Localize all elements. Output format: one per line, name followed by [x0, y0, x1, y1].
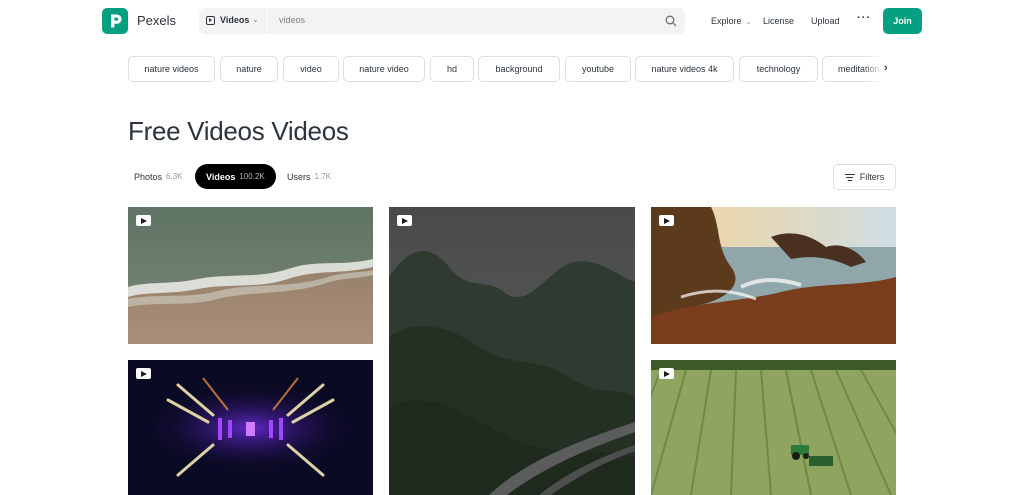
filters-label: Filters	[859, 172, 885, 182]
tag-background[interactable]: background	[478, 56, 560, 82]
video-card-mountains[interactable]	[389, 207, 635, 495]
tag-hd[interactable]: hd	[430, 56, 474, 82]
video-badge-icon	[659, 215, 674, 226]
tags-fade	[862, 52, 902, 86]
tab-videos-label: Videos	[206, 171, 236, 182]
pexels-logo-icon	[111, 14, 122, 28]
search-type-label: Videos	[220, 15, 250, 25]
search-bar: Videos ⌄ videos	[199, 8, 685, 34]
more-menu-button[interactable]: ···	[857, 12, 871, 24]
tag-nature-videos[interactable]: nature videos	[128, 56, 215, 82]
filters-button[interactable]: Filters	[833, 164, 896, 190]
tab-users-label: Users	[287, 171, 311, 182]
nav-explore-label: Explore	[711, 16, 742, 26]
filters-icon	[844, 172, 855, 183]
tab-photos[interactable]: Photos 6.3K	[128, 164, 189, 189]
chevron-right-icon[interactable]: ›	[884, 62, 888, 74]
video-badge-icon	[659, 368, 674, 379]
join-button[interactable]: Join	[883, 8, 922, 34]
pexels-logo[interactable]	[102, 8, 128, 34]
chevron-down-icon: ⌄	[252, 15, 259, 24]
chevron-down-icon: ⌄	[745, 19, 752, 26]
video-badge-icon	[136, 368, 151, 379]
video-card-beach[interactable]	[128, 207, 373, 344]
tab-videos[interactable]: Videos 100.2K	[195, 164, 276, 189]
tab-photos-count: 6.3K	[166, 172, 183, 181]
search-input[interactable]: videos	[279, 15, 305, 25]
video-card-coast[interactable]	[651, 207, 896, 344]
video-play-icon	[206, 16, 215, 25]
nav-license[interactable]: License	[763, 16, 794, 26]
brand-name[interactable]: Pexels	[137, 13, 176, 28]
video-thumbnail	[651, 207, 896, 344]
video-thumbnail	[128, 207, 373, 344]
tab-users-count: 1.7K	[314, 172, 331, 181]
tab-videos-count: 100.2K	[239, 172, 265, 181]
tab-users[interactable]: Users 1.7K	[281, 164, 337, 189]
tag-technology[interactable]: technology	[739, 56, 818, 82]
nav-upload[interactable]: Upload	[811, 16, 840, 26]
search-type-select[interactable]: Videos ⌄	[199, 8, 267, 34]
video-card-neon[interactable]	[128, 360, 373, 495]
tag-video[interactable]: video	[283, 56, 339, 82]
video-thumbnail	[128, 360, 373, 495]
search-divider	[267, 8, 268, 34]
tag-nature[interactable]: nature	[220, 56, 278, 82]
tab-photos-label: Photos	[134, 171, 163, 182]
tag-nature-video[interactable]: nature video	[343, 56, 425, 82]
search-icon[interactable]	[664, 14, 678, 28]
page-title: Free Videos Videos	[128, 116, 349, 146]
video-card-field[interactable]	[651, 360, 896, 495]
video-thumbnail	[651, 360, 896, 495]
video-badge-icon	[397, 215, 412, 226]
video-badge-icon	[136, 215, 151, 226]
tag-nature-videos-4k[interactable]: nature videos 4k	[635, 56, 734, 82]
nav-explore[interactable]: Explore ⌄	[711, 16, 751, 26]
video-thumbnail	[389, 207, 635, 495]
tag-youtube[interactable]: youtube	[565, 56, 631, 82]
